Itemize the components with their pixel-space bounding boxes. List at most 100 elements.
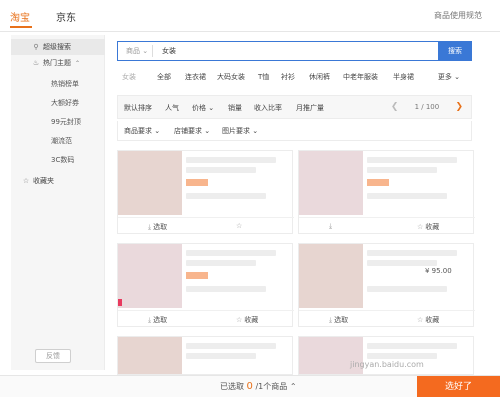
fav-button[interactable]: ☆ 收藏 xyxy=(417,222,439,232)
prev-page-icon[interactable]: ❮ xyxy=(391,102,399,112)
sidebar-item-label: 热门主题 xyxy=(43,59,71,67)
filter-label: 图片要求 xyxy=(222,127,250,135)
card-actions: ⤓ 选取 ☆ 收藏 xyxy=(299,310,475,328)
product-title-line xyxy=(367,353,437,359)
sidebar-subitem-trendy[interactable]: 潮流范 xyxy=(51,136,72,146)
selected-suffix: /1个商品 xyxy=(255,382,288,391)
sidebar-subitem-3c-digital[interactable]: 3C数码 xyxy=(51,155,74,165)
page: 淘宝 京东 商品使用规范 ⚲ 超级搜索 ♨ 热门主题 ⌃ 热销榜单 大额好券 9… xyxy=(0,0,500,397)
promo-tag xyxy=(118,299,122,306)
selected-number: 0 xyxy=(246,381,253,392)
fav-button[interactable]: ☆ xyxy=(236,222,244,230)
select-button[interactable]: ⤓ 选取 xyxy=(148,315,167,325)
sort-monthly-promo[interactable]: 月推广量 xyxy=(296,103,324,113)
category-tshirt[interactable]: T恤 xyxy=(258,72,269,82)
select-button[interactable]: ⤓ xyxy=(329,222,334,231)
star-icon: ☆ xyxy=(417,316,424,324)
search-input[interactable] xyxy=(162,44,432,58)
search-bar: 商品 ⌄ 搜索 xyxy=(117,41,472,61)
confirm-button[interactable]: 选好了 xyxy=(417,376,500,397)
category-casual-pants[interactable]: 休闲裤 xyxy=(309,72,330,82)
sort-sales[interactable]: 销量 xyxy=(228,103,242,113)
chevron-down-icon: ⌄ xyxy=(202,127,211,135)
category-dress[interactable]: 连衣裙 xyxy=(185,72,206,82)
product-card[interactable]: ⤓ 选取 ☆ xyxy=(117,150,294,234)
select-button[interactable]: ⤓ 选取 xyxy=(329,315,348,325)
sidebar-item-super-search[interactable]: ⚲ 超级搜索 xyxy=(11,39,105,55)
chevron-up-icon[interactable]: ⌃ xyxy=(290,382,297,391)
sort-income-rate[interactable]: 收入比率 xyxy=(254,103,282,113)
search-button[interactable]: 搜索 xyxy=(438,41,472,61)
product-card[interactable]: ⤓ ☆ 收藏 xyxy=(298,150,475,235)
select-label: 选取 xyxy=(153,316,168,324)
sidebar-subitem-hot-ranking[interactable]: 热销榜单 xyxy=(51,79,79,89)
download-icon: ⤓ xyxy=(148,316,152,324)
filter-bar: 商品要求 ⌄ 店铺要求 ⌄ 图片要求 ⌄ xyxy=(117,121,472,141)
sort-default[interactable]: 默认排序 xyxy=(124,103,152,113)
product-title-line xyxy=(186,157,276,163)
filter-label: 商品要求 xyxy=(124,127,152,135)
product-image xyxy=(118,244,182,308)
chevron-down-icon: ⌄ xyxy=(142,47,149,55)
fav-button[interactable]: ☆ 收藏 xyxy=(236,315,258,325)
product-card[interactable]: ⤓ 选取 ☆ 收藏 xyxy=(117,243,294,328)
select-button[interactable]: ⤓ 选取 xyxy=(148,222,167,232)
product-price: ¥ 95.00 xyxy=(425,267,452,275)
chevron-down-icon: ⌄ xyxy=(454,73,460,81)
search-scope-select[interactable]: 商品 ⌄ xyxy=(122,45,154,57)
category-shirt[interactable]: 衬衫 xyxy=(281,72,295,82)
product-meta-line xyxy=(367,286,447,292)
product-title-line xyxy=(186,167,256,173)
select-label: 选取 xyxy=(334,316,349,324)
product-rules-link[interactable]: 商品使用规范 xyxy=(434,10,482,21)
chevron-down-icon: ⌄ xyxy=(250,127,259,135)
tab-jd[interactable]: 京东 xyxy=(56,9,76,24)
star-icon: ☆ xyxy=(22,177,30,185)
star-icon: ☆ xyxy=(417,223,424,231)
select-label: 选取 xyxy=(153,223,168,231)
category-plus-size[interactable]: 大码女装 xyxy=(217,72,245,82)
product-card[interactable] xyxy=(298,336,474,375)
filter-product-req[interactable]: 商品要求 ⌄ xyxy=(124,126,160,136)
product-title-line xyxy=(186,250,276,256)
search-scope-label: 商品 xyxy=(126,47,140,55)
category-more-button[interactable]: 更多 ⌄ xyxy=(438,72,460,82)
star-icon: ☆ xyxy=(236,222,243,230)
card-actions: ⤓ ☆ 收藏 xyxy=(299,217,475,235)
tab-taobao[interactable]: 淘宝 xyxy=(10,9,30,24)
sidebar-item-favorites[interactable]: ☆ 收藏夹 xyxy=(11,173,105,189)
star-icon: ☆ xyxy=(236,316,243,324)
sidebar-item-label: 超级搜索 xyxy=(43,43,71,51)
sort-popularity[interactable]: 人气 xyxy=(165,103,179,113)
next-page-icon[interactable]: ❯ xyxy=(455,102,463,112)
product-image xyxy=(299,151,363,215)
category-senior-wear[interactable]: 中老年服装 xyxy=(343,72,378,82)
category-current: 女装 xyxy=(122,73,136,81)
product-card[interactable]: ¥ 95.00 ⤓ 选取 ☆ 收藏 xyxy=(298,243,475,328)
sidebar-subitem-99-cap[interactable]: 99元封顶 xyxy=(51,117,81,127)
selected-prefix: 已选取 xyxy=(220,382,244,391)
download-icon: ⤓ xyxy=(329,222,333,230)
sort-price[interactable]: 价格 ⌄ xyxy=(192,103,214,113)
category-skirt[interactable]: 半身裙 xyxy=(393,72,414,82)
category-all[interactable]: 全部 xyxy=(157,72,171,82)
product-title-line xyxy=(186,353,256,359)
fav-button[interactable]: ☆ 收藏 xyxy=(417,315,439,325)
product-title-line xyxy=(367,260,437,266)
category-bar: 女装 全部 连衣裙 大码女装 T恤 衬衫 休闲裤 中老年服装 半身裙 更多 ⌄ xyxy=(117,67,472,87)
product-title-line xyxy=(367,157,457,163)
feedback-button[interactable]: 反馈 xyxy=(35,349,71,363)
sidebar-item-hot-topics[interactable]: ♨ 热门主题 ⌃ xyxy=(11,55,105,71)
watermark-text: jingyan.baidu.com xyxy=(350,360,424,369)
price-block xyxy=(186,179,208,186)
sidebar: ⚲ 超级搜索 ♨ 热门主题 ⌃ 热销榜单 大额好券 99元封顶 潮流范 3C数码… xyxy=(11,35,105,370)
product-card[interactable] xyxy=(117,336,293,375)
filter-label: 店铺要求 xyxy=(174,127,202,135)
filter-image-req[interactable]: 图片要求 ⌄ xyxy=(222,126,258,136)
filter-shop-req[interactable]: 店铺要求 ⌄ xyxy=(174,126,210,136)
card-actions: ⤓ 选取 ☆ 收藏 xyxy=(118,310,294,328)
sidebar-subitem-big-coupons[interactable]: 大额好券 xyxy=(51,98,79,108)
fire-icon: ♨ xyxy=(32,59,40,67)
product-title-line xyxy=(186,260,256,266)
chevron-down-icon: ⌄ xyxy=(206,104,215,112)
